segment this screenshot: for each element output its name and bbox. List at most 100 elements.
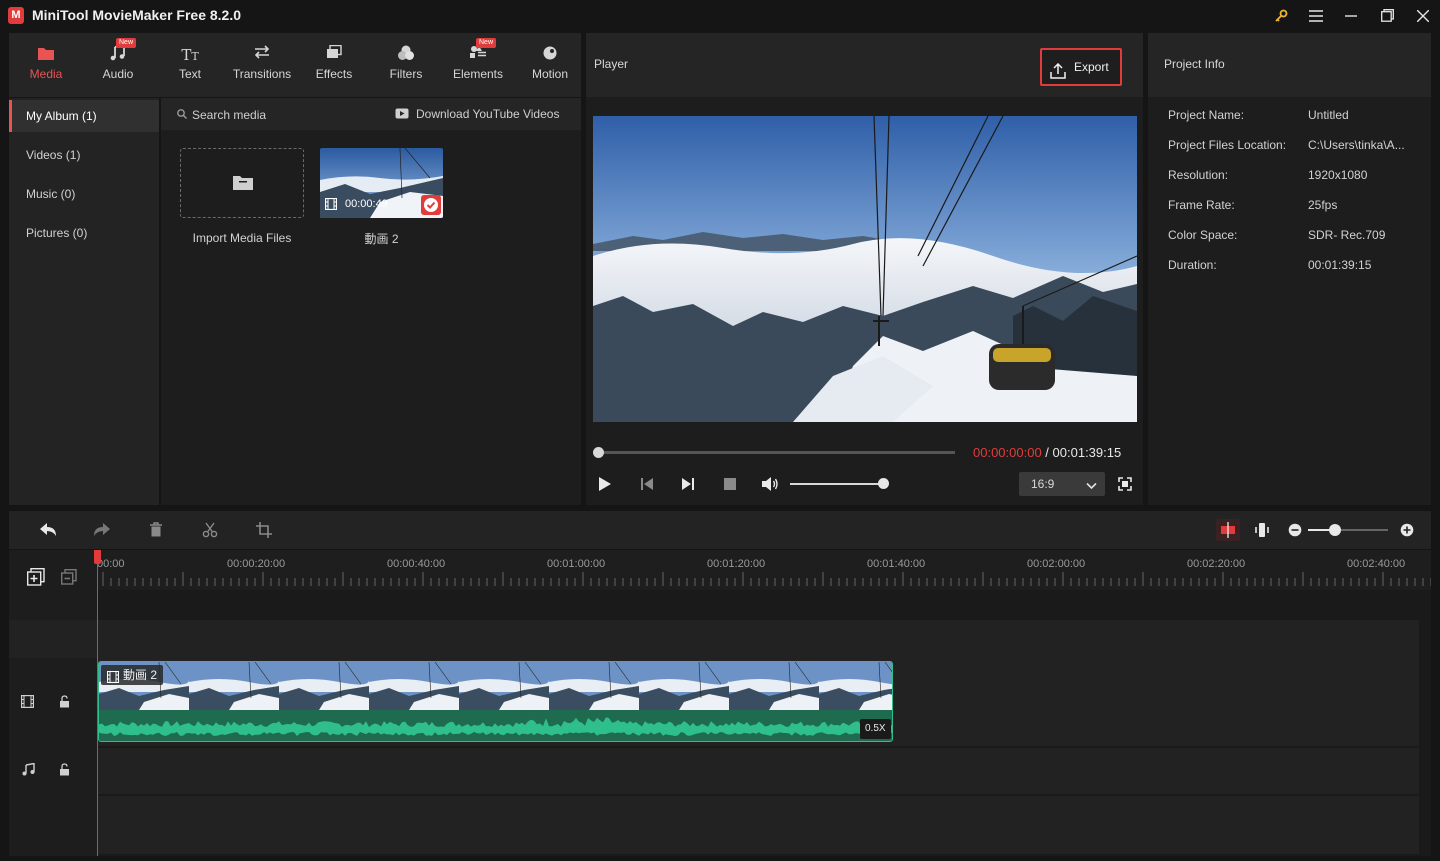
playhead-line <box>97 550 98 856</box>
clip-label: 動画 2 <box>101 665 164 685</box>
film-icon <box>106 669 120 689</box>
audio-icon <box>82 43 154 65</box>
info-value: 00:01:39:15 <box>1308 258 1372 272</box>
empty-track <box>9 620 1419 658</box>
timeline-ruler[interactable]: 00:00 00:00:20:00 00:00:40:00 00:01:00:0… <box>97 550 1432 590</box>
remove-track-icon[interactable] <box>60 568 77 588</box>
tab-motion[interactable]: Motion <box>514 33 586 97</box>
media-icon <box>10 45 82 65</box>
info-value: Untitled <box>1308 108 1349 122</box>
timeline-area: 00:00 00:00:20:00 00:00:40:00 00:01:00:0… <box>9 550 1432 856</box>
volume-track[interactable] <box>790 483 882 485</box>
ruler-label: 00:02:00:00 <box>1027 558 1086 570</box>
project-info-title: Project Info <box>1164 57 1225 71</box>
player-header: Player Export <box>586 33 1143 97</box>
info-value: C:\Users\tinka\A... <box>1308 138 1405 152</box>
effects-icon <box>298 44 370 65</box>
lock-icon[interactable] <box>59 763 70 779</box>
lock-icon[interactable] <box>59 695 70 711</box>
selected-check-icon <box>421 195 441 215</box>
tab-motion-label: Motion <box>531 67 569 81</box>
transitions-icon <box>226 45 298 65</box>
next-frame-icon[interactable] <box>681 477 695 494</box>
import-media-button[interactable] <box>180 148 304 218</box>
audio-waveform <box>99 710 892 741</box>
info-key: Project Name: <box>1168 108 1245 122</box>
ruler-label: 00:00 <box>97 558 125 570</box>
tab-media-label: Media <box>29 67 63 81</box>
import-media-label: Import Media Files <box>192 231 292 245</box>
info-key: Project Files Location: <box>1168 138 1287 152</box>
ruler-label: 00:01:00:00 <box>547 558 606 570</box>
minimize-icon[interactable] <box>1338 4 1364 28</box>
app-title: MiniTool MovieMaker Free 8.2.0 <box>32 7 242 23</box>
audio-sync-icon[interactable] <box>1254 522 1270 541</box>
music-track[interactable] <box>97 748 1419 794</box>
export-icon <box>1050 58 1066 92</box>
media-clip-thumbnail[interactable]: 00:00:49 <box>320 148 443 218</box>
delete-icon[interactable] <box>149 522 163 540</box>
redo-icon[interactable] <box>93 522 111 541</box>
close-icon[interactable] <box>1410 4 1436 28</box>
main-toolbar: Media New Audio TT Text Transitions Effe… <box>9 33 581 97</box>
aspect-ratio-select[interactable]: 16:9 <box>1019 472 1105 496</box>
timeline-video-clip[interactable]: 動画 2 0.5X <box>98 661 893 742</box>
tab-effects[interactable]: Effects <box>298 33 370 97</box>
video-preview[interactable] <box>593 116 1137 422</box>
download-youtube-button[interactable]: Download YouTube Videos <box>416 107 559 121</box>
ruler-label: 00:00:20:00 <box>227 558 286 570</box>
previous-frame-icon[interactable] <box>640 477 654 494</box>
empty-track <box>97 796 1419 854</box>
clip-filmstrip <box>99 662 892 710</box>
search-input[interactable]: Search media <box>192 108 266 122</box>
total-time: 00:01:39:15 <box>1052 445 1122 460</box>
time-separator: / <box>1041 445 1053 460</box>
sidebar-item-my-album[interactable]: My Album (1) <box>9 100 159 132</box>
crop-icon[interactable] <box>256 522 272 541</box>
ruler-label: 00:00:40:00 <box>387 558 446 570</box>
video-frame-image <box>593 116 1137 422</box>
filters-icon <box>370 45 442 65</box>
tab-text[interactable]: TT Text <box>154 33 226 97</box>
zoom-in-icon[interactable] <box>1400 523 1414 540</box>
maximize-icon[interactable] <box>1374 4 1400 28</box>
split-icon[interactable] <box>202 522 218 541</box>
tab-elements[interactable]: New Elements <box>442 33 514 97</box>
snap-icon[interactable] <box>1216 519 1240 541</box>
sidebar-item-pictures[interactable]: Pictures (0) <box>9 217 159 249</box>
play-icon[interactable] <box>598 476 612 495</box>
search-icon <box>177 108 187 122</box>
tab-media[interactable]: Media <box>10 33 82 97</box>
ruler-label: 00:01:20:00 <box>707 558 766 570</box>
sidebar-item-music[interactable]: Music (0) <box>9 178 159 210</box>
ruler-ticks <box>102 572 1432 586</box>
playhead-handle[interactable] <box>94 550 101 564</box>
tab-audio[interactable]: New Audio <box>82 33 154 97</box>
stop-icon[interactable] <box>724 478 736 490</box>
volume-icon[interactable] <box>761 476 779 495</box>
music-track-icon <box>22 762 35 779</box>
tab-elements-label: Elements <box>452 67 504 81</box>
key-icon[interactable] <box>1268 4 1294 28</box>
export-button[interactable]: Export <box>1040 48 1122 86</box>
progress-handle[interactable] <box>593 447 604 458</box>
tab-filters-label: Filters <box>389 67 423 81</box>
filmstrip-frames <box>99 662 892 710</box>
add-track-icon[interactable] <box>26 567 45 589</box>
info-value: SDR- Rec.709 <box>1308 228 1386 242</box>
zoom-handle[interactable] <box>1329 524 1341 536</box>
zoom-out-icon[interactable] <box>1288 523 1302 540</box>
folder-icon <box>233 174 253 193</box>
sidebar-item-videos[interactable]: Videos (1) <box>9 139 159 171</box>
tab-filters[interactable]: Filters <box>370 33 442 97</box>
tab-transitions[interactable]: Transitions <box>226 33 298 97</box>
clip-label-text: 動画 2 <box>123 668 158 682</box>
time-display: 00:00:00:00 / 00:01:39:15 <box>973 445 1121 460</box>
volume-handle[interactable] <box>878 478 889 489</box>
new-badge: New <box>116 38 137 48</box>
undo-icon[interactable] <box>39 522 57 541</box>
fullscreen-icon[interactable] <box>1118 477 1132 494</box>
waveform-path <box>99 717 892 736</box>
progress-track[interactable] <box>599 451 955 454</box>
menu-icon[interactable] <box>1303 4 1329 28</box>
